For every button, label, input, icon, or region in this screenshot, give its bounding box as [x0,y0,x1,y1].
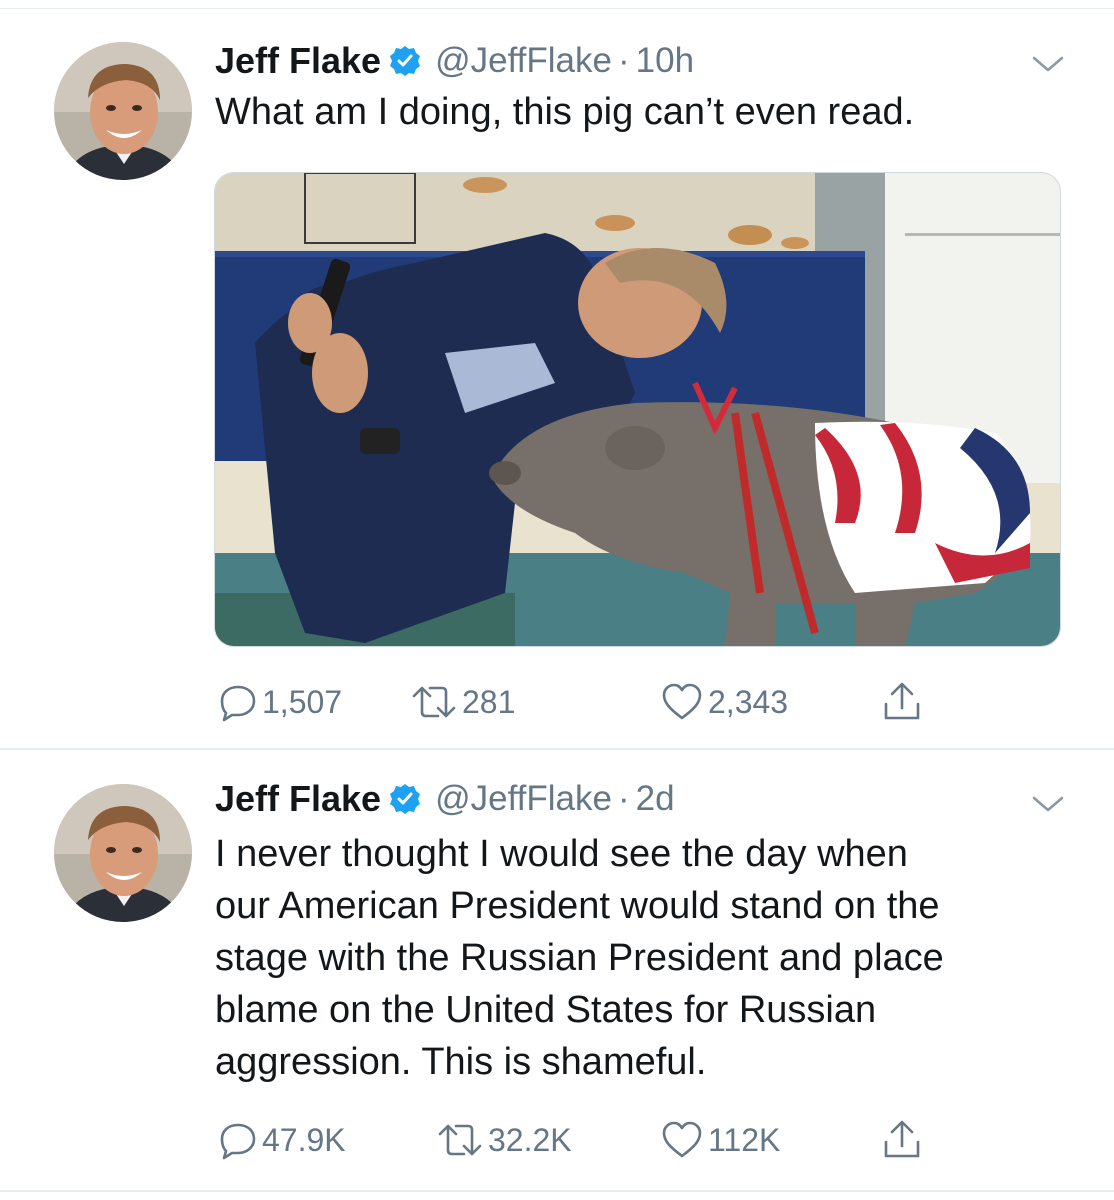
avatar[interactable] [54,42,192,180]
bottom-divider [0,1190,1114,1192]
handle[interactable]: @JeffFlake [435,41,612,81]
display-name[interactable]: Jeff Flake [215,778,381,820]
photo-man-selfie-with-pig-icon [215,173,1060,646]
verified-badge-icon [389,783,421,815]
tweet-text-line: our American President would stand on th… [215,885,940,927]
like-count: 112K [708,1121,781,1158]
reply-button[interactable]: 47.9K [218,1118,346,1162]
chevron-down-icon[interactable] [1030,52,1066,76]
tweet-text-line: aggression. This is shameful. [215,1041,707,1083]
handle[interactable]: @JeffFlake [435,779,612,819]
tweet[interactable]: Jeff Flake @JeffFlake · 10h What am I do… [0,0,1114,750]
tweet-text: I never thought I would see the day when… [215,828,1055,1088]
separator: · [617,779,630,818]
retweet-icon [412,686,456,718]
tweet-header: Jeff Flake @JeffFlake · 10h [215,38,694,84]
like-button[interactable]: 112K [660,1118,780,1162]
timestamp[interactable]: 10h [636,41,694,81]
tweet-actions: 47.9K 32.2K 112K [218,1118,978,1162]
tweet-text-line: I never thought I would see the day when [215,833,908,875]
reply-icon [220,685,256,722]
reply-button[interactable]: 1,507 [218,680,342,724]
share-icon[interactable] [882,1118,922,1162]
reply-count: 1,507 [262,683,343,720]
retweet-count: 32.2K [488,1121,572,1158]
tweet-photo[interactable] [214,172,1061,647]
like-count: 2,343 [708,683,789,720]
avatar[interactable] [54,784,192,922]
chevron-down-icon[interactable] [1030,792,1066,816]
reply-count: 47.9K [262,1121,346,1158]
tweet-actions: 1,507 281 2,343 [218,680,978,724]
timestamp[interactable]: 2d [636,779,675,819]
retweet-button[interactable]: 281 [410,680,515,724]
retweet-count: 281 [462,683,516,720]
heart-icon [662,1121,702,1158]
tweet-header: Jeff Flake @JeffFlake · 2d [215,776,675,822]
heart-icon [662,683,702,720]
tweet-text-line: blame on the United States for Russian [215,989,877,1031]
tweet[interactable]: Jeff Flake @JeffFlake · 2d I never thoug… [0,750,1114,1192]
like-button[interactable]: 2,343 [660,680,788,724]
retweet-icon [438,1124,482,1156]
reply-icon [220,1123,256,1160]
tweet-text: What am I doing, this pig can’t even rea… [215,91,915,133]
retweet-button[interactable]: 32.2K [436,1118,572,1162]
separator: · [617,41,630,80]
verified-badge-icon [389,45,421,77]
share-icon[interactable] [882,680,922,724]
display-name[interactable]: Jeff Flake [215,40,381,82]
tweet-text-line: stage with the Russian President and pla… [215,937,944,979]
